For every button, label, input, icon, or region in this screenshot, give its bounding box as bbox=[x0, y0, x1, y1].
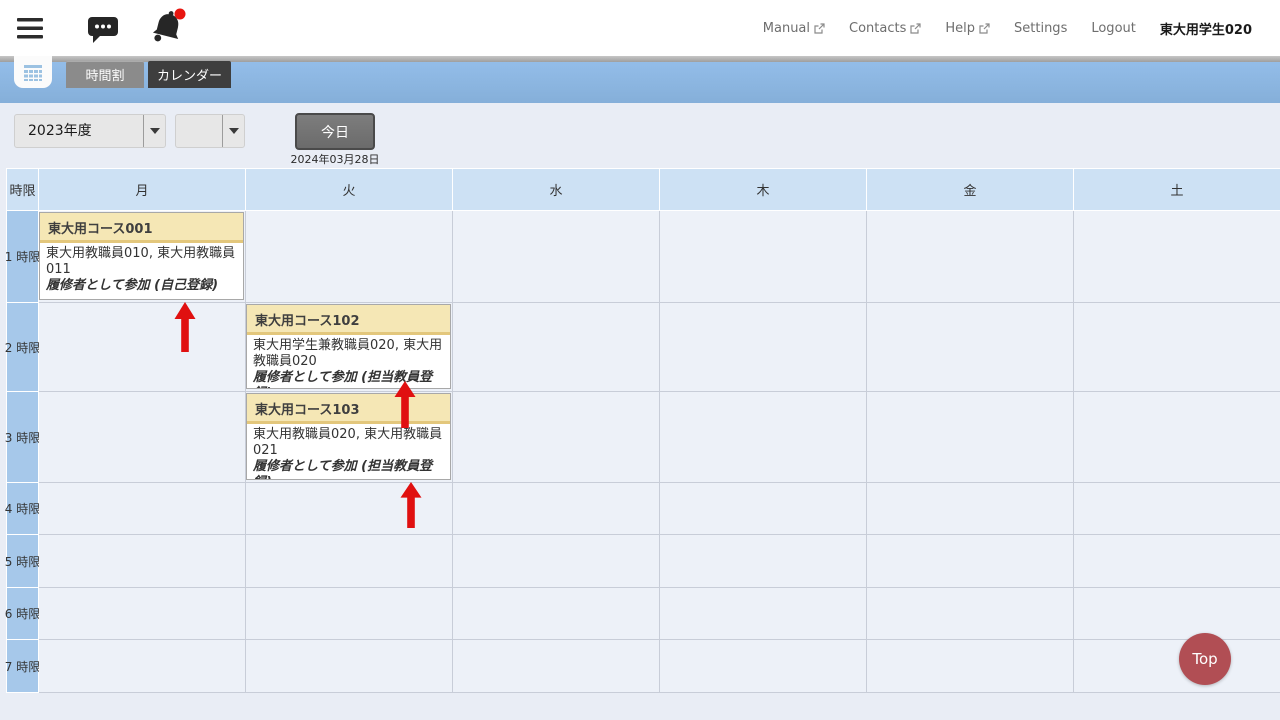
course-title: 東大用コース102 bbox=[247, 305, 450, 335]
current-date-label: 2024年03月28日 bbox=[275, 151, 395, 167]
day-header-sat: 土 bbox=[1074, 169, 1280, 211]
annotation-arrow-icon bbox=[174, 302, 196, 352]
timetable-cell bbox=[660, 535, 867, 588]
course-card-102[interactable]: 東大用コース102 東大用学生兼教職員020, 東大用教職員020 履修者として… bbox=[246, 304, 451, 389]
day-header-wed: 水 bbox=[453, 169, 660, 211]
course-card-001[interactable]: 東大用コース001 東大用教職員010, 東大用教職員011 履修者として参加 … bbox=[39, 212, 244, 300]
annotation-arrow-icon bbox=[400, 482, 422, 528]
timetable-cell bbox=[660, 588, 867, 640]
top-links: Manual Contacts Help Settings Logout 東大用… bbox=[763, 0, 1252, 56]
timetable-cell bbox=[660, 483, 867, 535]
timetable-cell bbox=[660, 392, 867, 483]
timetable-module-button[interactable] bbox=[14, 56, 52, 88]
timetable-cell: 東大用コース103 東大用教職員020, 東大用教職員021 履修者として参加 … bbox=[246, 392, 453, 483]
period-label-1: 1 時限 bbox=[7, 211, 39, 303]
timetable-cell bbox=[660, 640, 867, 693]
scroll-to-top-button[interactable]: Top bbox=[1179, 633, 1231, 685]
timetable-cell bbox=[1074, 211, 1280, 303]
annotation-arrow-icon bbox=[394, 381, 416, 428]
notification-badge bbox=[175, 9, 186, 20]
today-button[interactable]: 今日 bbox=[295, 113, 375, 150]
course-role: 履修者として参加 (自己登録) bbox=[46, 278, 237, 294]
day-header-mon: 月 bbox=[39, 169, 246, 211]
period-label-3: 3 時限 bbox=[7, 392, 39, 483]
settings-link[interactable]: Settings bbox=[1014, 21, 1067, 36]
course-members: 東大用学生兼教職員020, 東大用教職員020 bbox=[253, 338, 442, 369]
external-link-icon bbox=[910, 23, 921, 34]
contacts-link[interactable]: Contacts bbox=[849, 21, 921, 36]
year-select[interactable]: 2023年度 bbox=[14, 114, 166, 148]
logout-link[interactable]: Logout bbox=[1091, 21, 1136, 36]
hamburger-menu-icon[interactable] bbox=[17, 18, 43, 39]
period-label-7: 7 時限 bbox=[7, 640, 39, 693]
current-username: 東大用学生020 bbox=[1160, 19, 1252, 38]
course-members: 東大用教職員010, 東大用教職員011 bbox=[46, 246, 235, 277]
timetable-cell bbox=[39, 588, 246, 640]
course-title: 東大用コース001 bbox=[40, 213, 243, 243]
chevron-down-icon bbox=[222, 115, 244, 147]
period-label-4: 4 時限 bbox=[7, 483, 39, 535]
timetable-cell bbox=[453, 392, 660, 483]
timetable-cell bbox=[246, 535, 453, 588]
chat-icon[interactable] bbox=[86, 12, 120, 46]
timetable-cell bbox=[39, 392, 246, 483]
corner-header: 時限 bbox=[7, 169, 39, 211]
timetable-cell bbox=[246, 640, 453, 693]
timetable-cell bbox=[453, 303, 660, 392]
term-select[interactable] bbox=[175, 114, 245, 148]
timetable-cell bbox=[867, 303, 1074, 392]
timetable-cell bbox=[867, 535, 1074, 588]
help-link[interactable]: Help bbox=[945, 21, 990, 36]
period-label-5: 5 時限 bbox=[7, 535, 39, 588]
timetable-cell bbox=[1074, 588, 1280, 640]
timetable-cell bbox=[1074, 303, 1280, 392]
timetable-cell: 東大用コース102 東大用学生兼教職員020, 東大用教職員020 履修者として… bbox=[246, 303, 453, 392]
timetable-cell bbox=[660, 211, 867, 303]
chevron-down-icon bbox=[143, 115, 165, 147]
top-bar: Manual Contacts Help Settings Logout 東大用… bbox=[0, 0, 1280, 56]
course-title: 東大用コース103 bbox=[247, 394, 450, 424]
day-header-tue: 火 bbox=[246, 169, 453, 211]
timetable-cell bbox=[867, 392, 1074, 483]
timetable-cell bbox=[39, 303, 246, 392]
day-header-thu: 木 bbox=[660, 169, 867, 211]
timetable-grid: 時限 月 火 水 木 金 土 1 時限 東大用コース001 東大用教職員010,… bbox=[6, 168, 1280, 693]
timetable-cell bbox=[39, 640, 246, 693]
timetable-cell bbox=[453, 211, 660, 303]
timetable-cell bbox=[1074, 535, 1280, 588]
period-label-2: 2 時限 bbox=[7, 303, 39, 392]
timetable-cell bbox=[867, 211, 1074, 303]
timetable-cell bbox=[1074, 483, 1280, 535]
timetable-cell bbox=[867, 588, 1074, 640]
timetable-cell bbox=[867, 483, 1074, 535]
timetable-grid-icon bbox=[23, 64, 43, 81]
day-header-fri: 金 bbox=[867, 169, 1074, 211]
timetable-cell bbox=[39, 535, 246, 588]
timetable-cell bbox=[1074, 640, 1280, 693]
external-link-icon bbox=[814, 23, 825, 34]
timetable-cell bbox=[660, 303, 867, 392]
timetable-cell bbox=[453, 483, 660, 535]
timetable-cell bbox=[246, 588, 453, 640]
period-label-6: 6 時限 bbox=[7, 588, 39, 640]
course-card-103[interactable]: 東大用コース103 東大用教職員020, 東大用教職員021 履修者として参加 … bbox=[246, 393, 451, 480]
manual-link[interactable]: Manual bbox=[763, 21, 825, 36]
course-role: 履修者として参加 (担当教員登録) bbox=[253, 459, 444, 480]
timetable-cell bbox=[453, 640, 660, 693]
timetable-cell: 東大用コース001 東大用教職員010, 東大用教職員011 履修者として参加 … bbox=[39, 211, 246, 303]
timetable-cell bbox=[246, 211, 453, 303]
notification-bell-icon[interactable] bbox=[146, 6, 188, 50]
course-members: 東大用教職員020, 東大用教職員021 bbox=[253, 427, 442, 458]
timetable-cell bbox=[453, 535, 660, 588]
timetable-cell bbox=[1074, 392, 1280, 483]
timetable-cell bbox=[867, 640, 1074, 693]
timetable-cell bbox=[39, 483, 246, 535]
external-link-icon bbox=[979, 23, 990, 34]
tab-timetable[interactable]: 時間割 bbox=[66, 61, 144, 88]
tab-calendar[interactable]: カレンダー bbox=[148, 61, 231, 88]
timetable-cell bbox=[453, 588, 660, 640]
